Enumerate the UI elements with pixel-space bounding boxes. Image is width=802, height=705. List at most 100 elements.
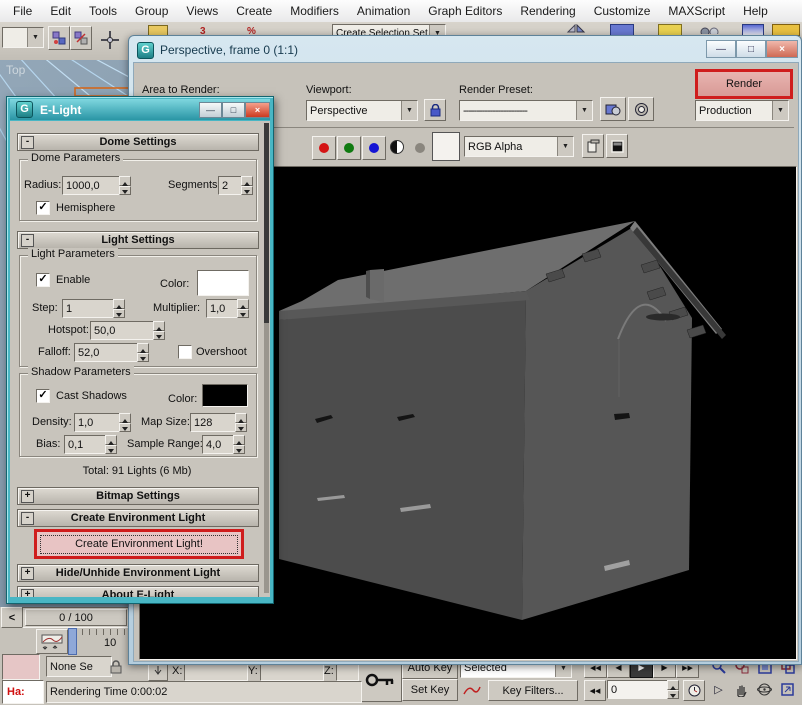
step-spinner[interactable] [113, 299, 125, 318]
menu-create[interactable]: Create [227, 4, 281, 18]
previous-frame-button[interactable]: < [1, 607, 23, 628]
menu-rendering[interactable]: Rendering [511, 4, 584, 18]
green-channel-icon[interactable] [337, 136, 361, 160]
mini-curve-editor-button[interactable] [36, 629, 68, 654]
field-of-view-icon[interactable]: ▷ [708, 680, 729, 699]
menu-group[interactable]: Group [126, 4, 177, 18]
multiplier-spinner[interactable] [237, 299, 249, 318]
rollout-create-environment-light[interactable]: - Create Environment Light [17, 509, 259, 527]
alpha-channel-icon[interactable] [414, 142, 426, 154]
environment-dialog-icon[interactable] [628, 97, 654, 121]
clone-rendered-frame-icon[interactable] [582, 134, 604, 158]
hotspot-label: Hotspot: [48, 324, 89, 336]
monochrome-channel-icon[interactable] [390, 140, 404, 154]
chevron-down-icon: ▼ [401, 101, 417, 120]
step-field[interactable]: 1 [62, 299, 120, 318]
clear-color-swatch[interactable] [432, 132, 460, 161]
macro-recorder-pane[interactable] [2, 654, 40, 680]
frame-spinner[interactable] [667, 680, 679, 699]
minimize-button[interactable]: — [706, 40, 736, 58]
radius-spinner[interactable] [119, 176, 131, 195]
rollout-about-elight[interactable]: + About E-Light [17, 586, 259, 597]
time-configuration-icon[interactable] [683, 680, 705, 701]
maximize-button[interactable]: □ [736, 40, 766, 58]
menu-modifiers[interactable]: Modifiers [281, 4, 348, 18]
key-filters-button[interactable]: Key Filters... [488, 680, 578, 701]
snaps-toggle-icon[interactable] [98, 28, 122, 52]
hotspot-field[interactable]: 50,0 [90, 321, 160, 340]
material-editor-icon[interactable] [700, 25, 722, 34]
sample-range-spinner[interactable] [233, 435, 245, 454]
render-button[interactable]: Render [695, 69, 793, 99]
segments-spinner[interactable] [241, 176, 253, 195]
menu-customize[interactable]: Customize [585, 4, 660, 18]
set-key-button[interactable]: Set Key [402, 679, 458, 701]
production-mode-combo[interactable]: Production ▼ [695, 100, 789, 121]
time-slider-handle[interactable]: 0 / 100 [25, 609, 127, 626]
red-channel-icon[interactable] [312, 136, 336, 160]
menu-help[interactable]: Help [734, 4, 777, 18]
rollout-bitmap-settings[interactable]: + Bitmap Settings [17, 487, 259, 505]
channel-display-combo[interactable]: RGB Alpha ▼ [464, 136, 574, 157]
rollout-scrollbar[interactable] [264, 123, 269, 593]
maximize-button[interactable]: □ [222, 102, 245, 118]
density-label: Density: [32, 416, 72, 428]
clear-rendered-frame-icon[interactable] [606, 134, 628, 158]
pan-hand-icon[interactable] [731, 680, 752, 699]
close-button[interactable]: × [245, 102, 270, 118]
blue-channel-icon[interactable] [362, 136, 386, 160]
collapse-icon: - [21, 136, 34, 149]
maximize-viewport-icon[interactable] [777, 680, 798, 699]
select-and-link-icon[interactable] [48, 26, 70, 50]
viewport-label[interactable]: Top [6, 63, 25, 77]
track-frame-marker[interactable] [68, 628, 77, 655]
cast-shadows-checkbox[interactable]: ✓ [36, 389, 50, 403]
named-selection-combo[interactable]: ▼ [2, 27, 44, 48]
toolbar-icon[interactable]: 3 [200, 26, 212, 35]
hotspot-spinner[interactable] [153, 321, 165, 340]
rollout-hide-unhide-environment-light[interactable]: + Hide/Unhide Environment Light [17, 564, 259, 582]
max-logo-icon: G [16, 101, 33, 118]
menu-animation[interactable]: Animation [348, 4, 419, 18]
shadow-color-swatch[interactable] [202, 384, 248, 407]
light-color-swatch[interactable] [197, 270, 249, 296]
menu-tools[interactable]: Tools [80, 4, 126, 18]
menu-views[interactable]: Views [177, 4, 227, 18]
hemisphere-checkbox[interactable]: ✓ [36, 201, 50, 215]
enable-checkbox[interactable]: ✓ [36, 273, 50, 287]
menu-file[interactable]: File [4, 4, 41, 18]
arc-rotate-icon[interactable] [754, 680, 775, 699]
menu-edit[interactable]: Edit [41, 4, 80, 18]
default-tangent-icon[interactable] [460, 680, 484, 699]
render-window-titlebar[interactable]: G Perspective, frame 0 (1:1) [133, 39, 797, 61]
unlink-icon[interactable] [70, 26, 92, 50]
toolbar-icon[interactable]: % [247, 26, 259, 35]
viewport-lock-icon[interactable] [424, 99, 446, 121]
key-mode-toggle-button[interactable]: ◀◀ [584, 680, 606, 701]
menu-maxscript[interactable]: MAXScript [659, 4, 734, 18]
map-size-spinner[interactable] [235, 413, 247, 432]
render-setup-dialog-icon[interactable] [600, 97, 626, 121]
overshoot-checkbox[interactable] [178, 345, 192, 359]
time-slider-track[interactable]: 0 / 100 [22, 607, 132, 628]
falloff-field[interactable]: 52,0 [74, 343, 144, 362]
mirror-icon[interactable] [566, 24, 586, 34]
shadow-parameters-legend: Shadow Parameters [28, 366, 134, 378]
falloff-spinner[interactable] [137, 343, 149, 362]
current-frame-field[interactable]: 0 [607, 680, 673, 699]
viewport-combo[interactable]: Perspective ▼ [306, 100, 418, 121]
maxscript-listener-pane[interactable]: Ha: [2, 680, 44, 704]
bias-spinner[interactable] [105, 435, 117, 454]
z-coord-label: Z: [324, 665, 334, 677]
track-bar[interactable]: 0 10 [68, 628, 130, 653]
create-environment-light-button[interactable]: Create Environment Light! [34, 529, 244, 559]
render-preset-combo[interactable]: ------------------------ ▼ [459, 100, 593, 121]
minimize-button[interactable]: — [199, 102, 222, 118]
density-spinner[interactable] [119, 413, 131, 432]
selection-lock-icon[interactable] [108, 658, 124, 676]
rollout-dome-settings[interactable]: - Dome Settings [17, 133, 259, 151]
radius-field[interactable]: 1000,0 [62, 176, 126, 195]
close-button[interactable]: × [766, 40, 798, 58]
menu-graph-editors[interactable]: Graph Editors [419, 4, 511, 18]
rollout-light-settings[interactable]: - Light Settings [17, 231, 259, 249]
